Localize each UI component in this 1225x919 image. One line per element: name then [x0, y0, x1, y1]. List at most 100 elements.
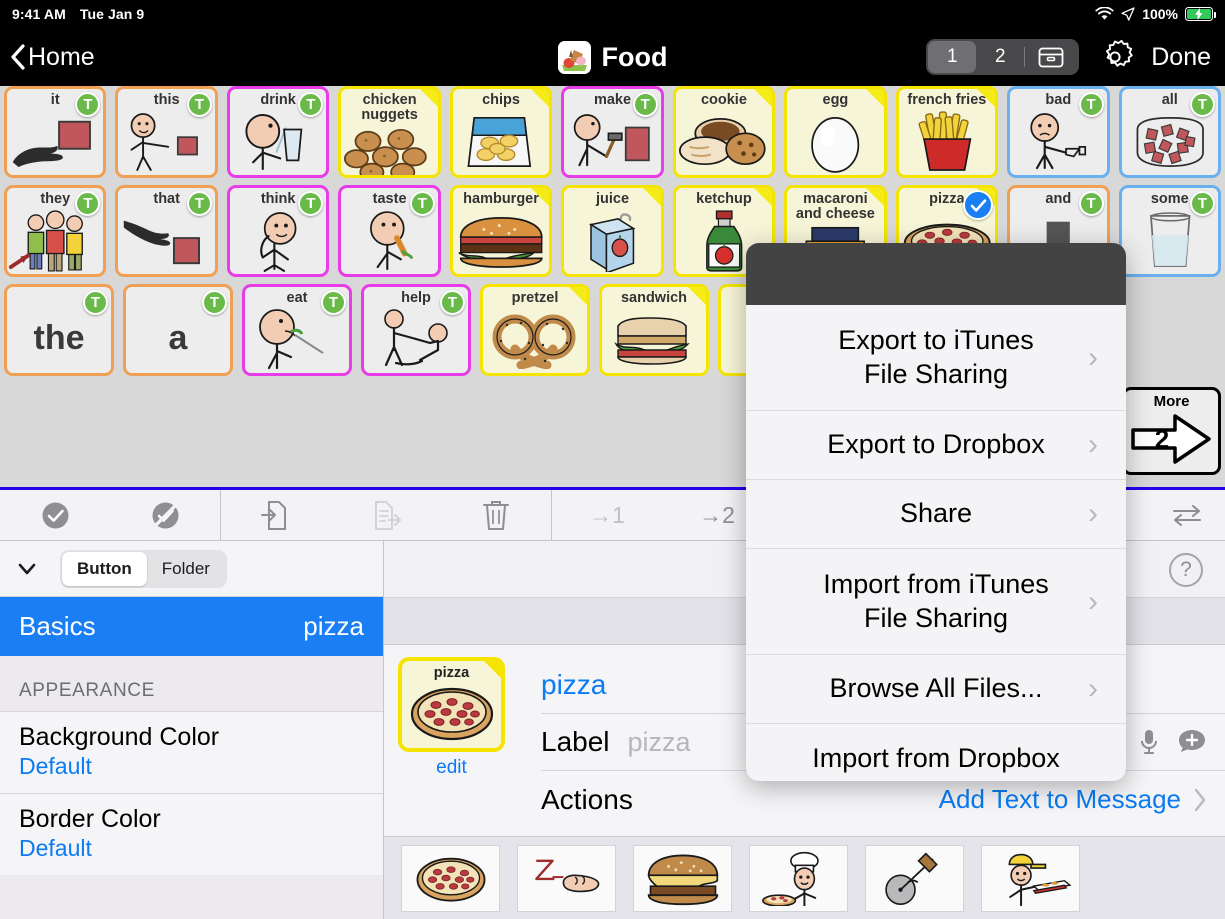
- text-badge-icon: T: [1190, 191, 1215, 216]
- board-button-bad[interactable]: badT: [1007, 86, 1109, 178]
- popover-item-import-from-dropbox[interactable]: Import from Dropbox: [746, 724, 1126, 781]
- hamburger-icon: [453, 207, 549, 274]
- board-button-label: egg: [787, 93, 883, 108]
- board-button-taste[interactable]: tasteT: [338, 185, 440, 277]
- import-button[interactable]: [221, 490, 331, 540]
- board-button-label: juice: [564, 192, 660, 207]
- selected-check-icon: [963, 190, 993, 220]
- board-button-french-fries[interactable]: french fries: [896, 86, 998, 178]
- import-document-icon: [261, 499, 292, 532]
- pane-header: Button Folder: [0, 541, 383, 597]
- appearance-section-title: APPEARANCE: [0, 656, 383, 711]
- board-button-all[interactable]: allT: [1119, 86, 1221, 178]
- chevron-right-icon: ›: [1088, 495, 1098, 533]
- popover-item-label: Import from iTunes File Sharing: [823, 568, 1049, 636]
- board-button-cookie[interactable]: cookie: [673, 86, 775, 178]
- sidebar-item-background-color[interactable]: Background Color Default: [0, 711, 383, 793]
- deselect-all-button[interactable]: [110, 490, 220, 540]
- board-button-chicken-nuggets[interactable]: chicken nuggets: [338, 86, 440, 178]
- popover-item-export-to-dropbox[interactable]: Export to Dropbox ›: [746, 411, 1126, 480]
- person-thinking-icon: [230, 207, 326, 274]
- text-badge-icon: T: [1079, 191, 1104, 216]
- board-button-sandwich[interactable]: sandwich: [599, 284, 709, 376]
- picker-item-cheeseburger[interactable]: [633, 845, 732, 912]
- board-button-juice[interactable]: juice: [561, 185, 663, 277]
- chevron-down-icon[interactable]: [16, 558, 38, 580]
- segment-button[interactable]: Button: [62, 552, 147, 586]
- svg-text:2: 2: [1154, 424, 1168, 454]
- sandwich-icon: [602, 306, 706, 373]
- edit-image-link[interactable]: edit: [436, 757, 467, 779]
- text-badge-icon: T: [410, 191, 435, 216]
- select-all-button[interactable]: [0, 490, 110, 540]
- popover-item-import-from-itunes-file-sharing[interactable]: Import from iTunes File Sharing›: [746, 549, 1126, 655]
- button-folder-segmented-control[interactable]: Button Folder: [60, 550, 227, 588]
- swap-button[interactable]: [1149, 490, 1225, 540]
- chevron-right-icon: ›: [1088, 426, 1098, 464]
- text-badge-icon: T: [83, 290, 108, 315]
- board-button-this[interactable]: thisT: [115, 86, 217, 178]
- add-text-to-message-link[interactable]: Add Text to Message: [939, 784, 1225, 815]
- popover-item-label: Export to iTunes File Sharing: [838, 324, 1034, 392]
- bag-of-squares-icon: [1122, 108, 1218, 175]
- move-to-page-2-label: →2: [699, 502, 735, 529]
- button-name-value: pizza: [541, 669, 606, 701]
- board-button-eat[interactable]: eatT: [242, 284, 352, 376]
- board-button-label: chips: [453, 93, 549, 108]
- border-color-title: Border Color: [19, 805, 364, 834]
- chips-bag-icon: [453, 108, 549, 175]
- status-date: Tue Jan 9: [80, 6, 144, 22]
- export-document-icon: [371, 499, 402, 532]
- export-button[interactable]: [331, 490, 441, 540]
- board-button-egg[interactable]: egg: [784, 86, 886, 178]
- text-badge-icon: T: [1190, 92, 1215, 117]
- more-pages-button[interactable]: More 2: [1122, 387, 1221, 475]
- board-button-it[interactable]: itT: [4, 86, 106, 178]
- more-label: More: [1154, 393, 1190, 410]
- popover-item-export-to-itunes-file-sharing[interactable]: Export to iTunes File Sharing›: [746, 305, 1126, 411]
- check-circle-slash-icon: [150, 500, 181, 531]
- picker-item-chef-with-pizza[interactable]: [749, 845, 848, 912]
- button-settings-pane: Button Folder Basics pizza APPEARANCE Ba…: [0, 541, 384, 919]
- question-circle-icon[interactable]: ?: [1169, 553, 1203, 587]
- board-button-think[interactable]: thinkT: [227, 185, 329, 277]
- microphone-icon[interactable]: [1139, 727, 1159, 757]
- board-button-that[interactable]: thatT: [115, 185, 217, 277]
- add-message-icon[interactable]: [1177, 728, 1207, 756]
- board-button-chips[interactable]: chips: [450, 86, 552, 178]
- wifi-icon: [1095, 7, 1114, 21]
- sidebar-item-basics[interactable]: Basics pizza: [0, 597, 383, 656]
- button-preview-thumbnail[interactable]: pizza: [398, 657, 505, 752]
- status-time: 9:41 AM: [12, 6, 66, 22]
- board-button-help[interactable]: helpT: [361, 284, 471, 376]
- chevron-right-icon: [1193, 787, 1207, 813]
- juice-box-icon: [564, 207, 660, 274]
- board-button-hamburger[interactable]: hamburger: [450, 185, 552, 277]
- popover-header: [746, 243, 1126, 305]
- sidebar-item-border-color[interactable]: Border Color Default: [0, 793, 383, 875]
- label-field-key: Label: [541, 726, 610, 758]
- board-button-drink[interactable]: drinkT: [227, 86, 329, 178]
- delete-button[interactable]: [441, 490, 551, 540]
- popover-item-label: Export to Dropbox: [827, 428, 1045, 462]
- board-button-make[interactable]: makeT: [561, 86, 663, 178]
- battery-percent: 100%: [1142, 6, 1178, 22]
- symbol-picker-strip[interactable]: [384, 836, 1225, 919]
- board-button-some[interactable]: someT: [1119, 185, 1221, 277]
- text-badge-icon: T: [202, 290, 227, 315]
- picker-item-pizza[interactable]: [401, 845, 500, 912]
- basics-title: Basics: [19, 611, 96, 642]
- picker-item-pizza-cutter[interactable]: [865, 845, 964, 912]
- picker-item-z-pointing-hand[interactable]: [517, 845, 616, 912]
- popover-item-share[interactable]: Share›: [746, 480, 1126, 549]
- segment-folder[interactable]: Folder: [147, 552, 225, 586]
- trash-icon: [482, 499, 510, 532]
- board-button-the[interactable]: thetheT: [4, 284, 114, 376]
- board-button-they[interactable]: theyT: [4, 185, 106, 277]
- move-to-page-1-button[interactable]: →1: [552, 490, 662, 540]
- picker-item-delivery-person-with-pizza[interactable]: [981, 845, 1080, 912]
- label-input[interactable]: pizza: [628, 727, 691, 758]
- popover-item-browse-all-files[interactable]: Browse All Files...›: [746, 655, 1126, 724]
- board-button-a[interactable]: aaT: [123, 284, 233, 376]
- board-button-pretzel[interactable]: pretzel: [480, 284, 590, 376]
